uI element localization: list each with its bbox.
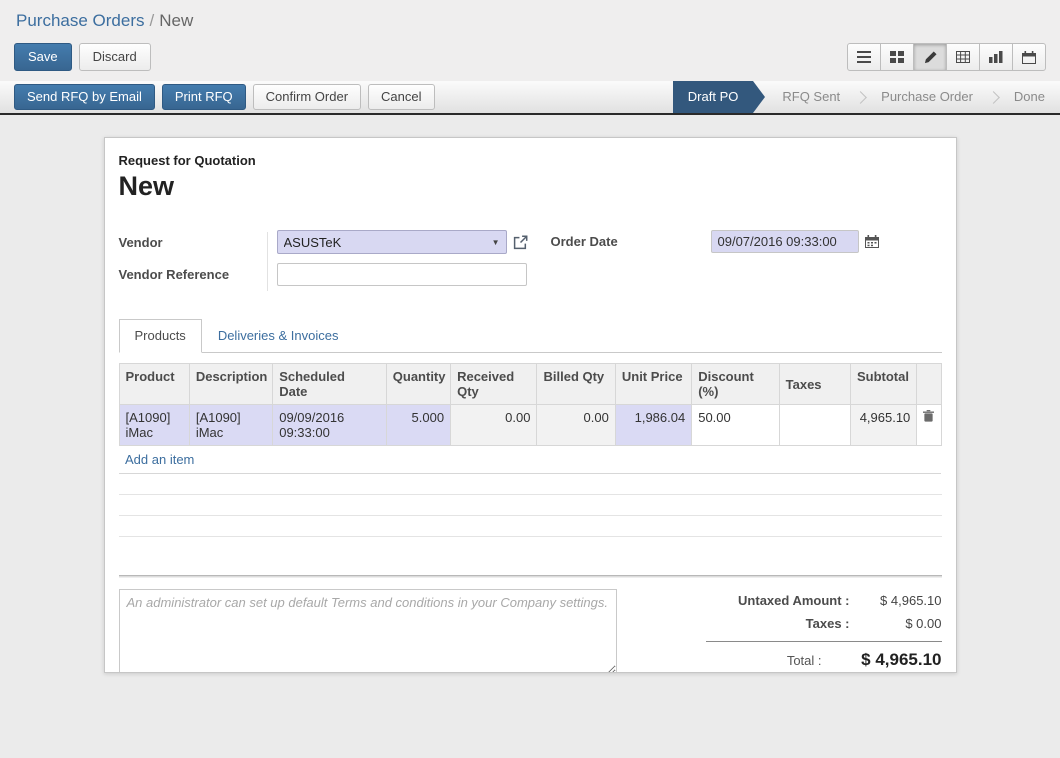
form-sheet: Request for Quotation New Vendor ASUSTeK…	[104, 137, 957, 673]
calendar-icon	[865, 235, 879, 248]
untaxed-amount-value: $ 4,965.10	[850, 593, 942, 608]
col-header-unit-price: Unit Price	[615, 364, 691, 405]
cell-subtotal: 4,965.10	[850, 405, 916, 446]
col-header-quantity: Quantity	[386, 364, 450, 405]
notes-textarea[interactable]	[119, 589, 617, 673]
vendor-reference-label: Vendor Reference	[119, 267, 267, 282]
calendar-view-button[interactable]	[1012, 43, 1046, 71]
cell-received-qty: 0.00	[451, 405, 537, 446]
calendar-view-icon	[1022, 51, 1036, 64]
table-header-row: Product Description Scheduled Date Quant…	[119, 364, 941, 405]
order-date-label: Order Date	[551, 234, 711, 249]
breadcrumb-current: New	[159, 11, 193, 30]
col-header-discount: Discount (%)	[692, 364, 779, 405]
send-rfq-by-email-button[interactable]: Send RFQ by Email	[14, 84, 155, 110]
vendor-reference-input[interactable]	[277, 263, 527, 286]
pivot-view-button[interactable]	[946, 43, 980, 71]
status-purchase-order[interactable]: Purchase Order	[866, 81, 988, 113]
delete-row-button[interactable]	[923, 410, 934, 422]
col-header-product: Product	[119, 364, 189, 405]
view-switcher	[847, 43, 1046, 71]
untaxed-amount-label: Untaxed Amount :	[738, 593, 849, 608]
content-area: Request for Quotation New Vendor ASUSTeK…	[0, 115, 1060, 758]
breadcrumb-separator: /	[150, 11, 155, 30]
date-picker-button[interactable]	[865, 235, 879, 248]
control-panel: Save Discard	[0, 35, 1060, 81]
list-view-icon	[857, 51, 871, 63]
graph-view-icon	[989, 51, 1003, 63]
empty-row	[119, 474, 942, 495]
chevron-right-icon	[987, 91, 1000, 104]
vendor-label: Vendor	[119, 235, 267, 250]
col-header-scheduled-date: Scheduled Date	[273, 364, 387, 405]
section-separator	[119, 575, 942, 578]
statusbar: Send RFQ by Email Print RFQ Confirm Orde…	[0, 81, 1060, 115]
save-button[interactable]: Save	[14, 43, 72, 71]
empty-row	[119, 495, 942, 516]
page-title: New	[119, 171, 942, 202]
cell-product[interactable]: [A1090] iMac	[119, 405, 189, 446]
form-view-icon	[924, 51, 937, 64]
status-draft-po[interactable]: Draft PO	[673, 81, 754, 113]
col-header-description: Description	[189, 364, 272, 405]
sheet-subtitle: Request for Quotation	[119, 153, 942, 168]
graph-view-button[interactable]	[979, 43, 1013, 71]
taxes-value: $ 0.00	[850, 616, 942, 631]
taxes-label: Taxes :	[806, 616, 850, 631]
order-line-row: [A1090] iMac [A1090] iMac 09/09/2016 09:…	[119, 405, 941, 446]
breadcrumb: Purchase Orders /New	[0, 0, 1060, 35]
open-vendor-record-button[interactable]	[513, 235, 528, 250]
cell-quantity[interactable]: 5.000	[386, 405, 450, 446]
vendor-select-value: ASUSTeK	[284, 235, 488, 250]
cell-billed-qty: 0.00	[537, 405, 615, 446]
order-date-input[interactable]	[711, 230, 859, 253]
cell-unit-price[interactable]: 1,986.04	[615, 405, 691, 446]
col-header-received-qty: Received Qty	[451, 364, 537, 405]
status-rfq-sent[interactable]: RFQ Sent	[767, 81, 855, 113]
chevron-right-icon	[854, 91, 867, 104]
status-done[interactable]: Done	[999, 81, 1060, 113]
cancel-button[interactable]: Cancel	[368, 84, 434, 110]
notebook-tabs: Products Deliveries & Invoices	[119, 319, 942, 353]
breadcrumb-parent-link[interactable]: Purchase Orders	[16, 11, 145, 30]
tab-deliveries-invoices[interactable]: Deliveries & Invoices	[202, 319, 355, 352]
add-an-item-link[interactable]: Add an item	[125, 452, 194, 467]
trash-icon	[923, 410, 934, 422]
list-view-button[interactable]	[847, 43, 881, 71]
total-value: $ 4,965.10	[822, 650, 942, 670]
empty-row	[119, 516, 942, 537]
order-lines-table: Product Description Scheduled Date Quant…	[119, 363, 942, 474]
discard-button[interactable]: Discard	[79, 43, 151, 71]
cell-description[interactable]: [A1090] iMac	[189, 405, 272, 446]
vendor-select[interactable]: ASUSTeK ▼	[277, 230, 507, 254]
cell-delete	[917, 405, 941, 446]
caret-down-icon: ▼	[492, 238, 500, 247]
confirm-order-button[interactable]: Confirm Order	[253, 84, 361, 110]
form-fields: Vendor ASUSTeK ▼ Vendor	[119, 230, 942, 295]
external-link-icon	[513, 235, 528, 250]
form-view-button[interactable]	[913, 43, 947, 71]
totals-panel: Untaxed Amount : $ 4,965.10 Taxes : $ 0.…	[706, 589, 942, 673]
cell-scheduled-date[interactable]: 09/09/2016 09:33:00	[273, 405, 387, 446]
add-item-row: Add an item	[119, 446, 941, 474]
cell-taxes[interactable]	[779, 405, 850, 446]
col-header-subtotal: Subtotal	[850, 364, 916, 405]
kanban-view-icon	[890, 51, 904, 63]
col-header-delete	[917, 364, 941, 405]
kanban-view-button[interactable]	[880, 43, 914, 71]
total-label: Total :	[787, 653, 822, 668]
col-header-billed-qty: Billed Qty	[537, 364, 615, 405]
cell-discount[interactable]: 50.00	[692, 405, 779, 446]
pivot-view-icon	[956, 51, 970, 63]
print-rfq-button[interactable]: Print RFQ	[162, 84, 246, 110]
status-pipeline: Draft PO RFQ Sent Purchase Order Done	[673, 81, 1060, 113]
col-header-taxes: Taxes	[779, 364, 850, 405]
totals-divider	[706, 641, 942, 642]
tab-products[interactable]: Products	[119, 319, 202, 353]
